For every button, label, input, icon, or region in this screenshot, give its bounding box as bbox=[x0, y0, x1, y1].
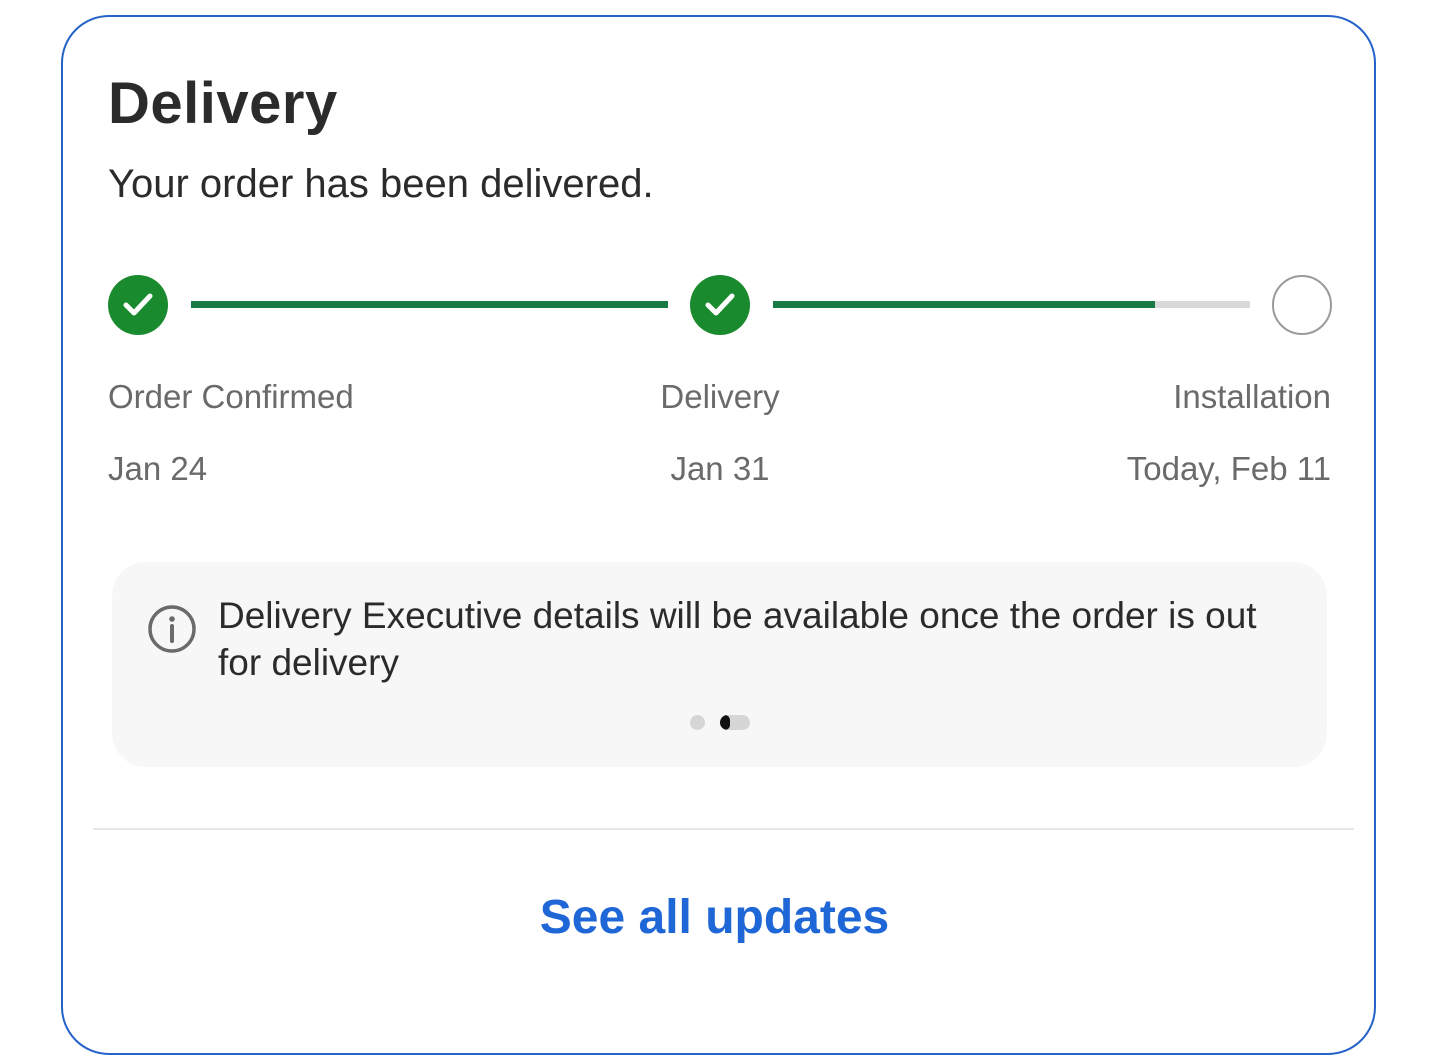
step-date-delivery: Jan 31 bbox=[670, 450, 770, 487]
carousel-pagination bbox=[690, 715, 760, 731]
step-label-installation: Installation bbox=[1173, 378, 1331, 415]
progress-segment-1-fill bbox=[191, 301, 668, 308]
step-date-installation: Today, Feb 11 bbox=[1126, 450, 1331, 487]
divider bbox=[93, 828, 1354, 830]
step-label-delivery: Delivery bbox=[660, 378, 780, 415]
step-installation-indicator bbox=[1272, 275, 1332, 335]
progress-segment-1 bbox=[191, 301, 668, 308]
progress-segment-2 bbox=[773, 301, 1250, 308]
step-delivery-indicator bbox=[690, 275, 750, 335]
step-order-confirmed-indicator bbox=[108, 275, 168, 335]
check-icon bbox=[123, 293, 153, 316]
info-icon bbox=[148, 605, 196, 653]
card-title: Delivery bbox=[108, 71, 338, 136]
delivery-status-text: Your order has been delivered. bbox=[108, 162, 654, 206]
carousel-dot-2-active[interactable] bbox=[720, 715, 750, 730]
step-label-order-confirmed: Order Confirmed bbox=[108, 378, 354, 415]
check-icon bbox=[705, 293, 735, 316]
carousel-dot-1[interactable] bbox=[690, 715, 705, 730]
info-banner-text: Delivery Executive details will be avail… bbox=[218, 595, 1257, 683]
progress-segment-2-fill bbox=[773, 301, 1155, 308]
step-date-order-confirmed: Jan 24 bbox=[108, 450, 208, 487]
see-all-updates-link[interactable]: See all updates bbox=[0, 890, 1429, 945]
